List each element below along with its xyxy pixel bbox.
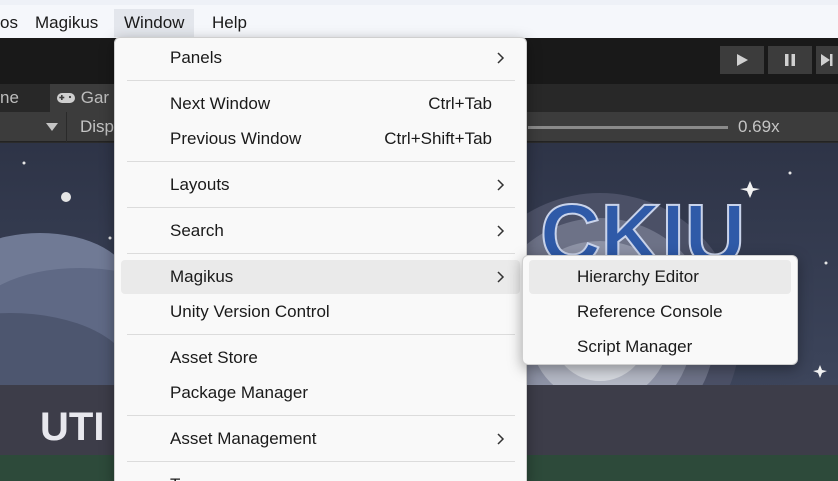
menu-item-asset-management[interactable]: Asset Management (121, 422, 520, 456)
game-subtitle-text: UTI (40, 405, 104, 449)
pause-button[interactable] (768, 46, 812, 74)
menu-item-label: Magikus (170, 267, 234, 286)
magikus-submenu: Hierarchy Editor Reference Console Scrip… (522, 255, 798, 365)
menu-item-label: Search (170, 221, 224, 240)
menu-item-label: Asset Store (170, 348, 258, 367)
pause-icon (785, 54, 795, 66)
menu-item-package-manager[interactable]: Package Manager (121, 376, 520, 410)
menu-separator (127, 80, 515, 81)
menu-item-tools[interactable]: Te (121, 468, 520, 481)
playmode-controls (716, 46, 838, 76)
menu-item-label: Previous Window (170, 129, 302, 148)
menu-item-label: Layouts (170, 175, 230, 194)
menu-bar: os Magikus Window Help (0, 0, 838, 38)
gamepad-icon (57, 93, 75, 103)
menu-separator (127, 334, 515, 335)
submenu-item-hierarchy-editor[interactable]: Hierarchy Editor (529, 260, 791, 294)
chevron-right-icon (494, 168, 508, 202)
submenu-item-script-manager[interactable]: Script Manager (529, 330, 791, 364)
menu-magikus[interactable]: Magikus (25, 9, 108, 37)
menu-item-asset-store[interactable]: Asset Store (121, 341, 520, 375)
shortcut-text: Ctrl+Tab (428, 94, 492, 113)
caret-down-icon[interactable] (46, 123, 58, 132)
menu-separator (127, 161, 515, 162)
scale-value: 0.69x (738, 117, 780, 136)
play-button[interactable] (720, 46, 764, 74)
menu-separator (127, 461, 515, 462)
scale-slider[interactable] (528, 126, 728, 129)
menu-item-magikus[interactable]: Magikus (121, 260, 520, 294)
menu-item-unity-version-control[interactable]: Unity Version Control (121, 295, 520, 329)
menu-separator (127, 415, 515, 416)
menu-item-layouts[interactable]: Layouts (121, 168, 520, 202)
menu-item-search[interactable]: Search (121, 214, 520, 248)
chevron-right-icon (494, 214, 508, 248)
menu-separator (127, 207, 515, 208)
tab-game[interactable]: Gar (50, 84, 120, 112)
menu-item-previous-window[interactable]: Previous Window Ctrl+Shift+Tab (121, 122, 520, 156)
display-dropdown[interactable]: Disp (80, 112, 114, 142)
menu-separator (127, 253, 515, 254)
step-button[interactable] (816, 46, 838, 74)
menu-item-label: Unity Version Control (170, 302, 330, 321)
step-icon (821, 54, 833, 66)
chevron-right-icon (494, 41, 508, 75)
menu-item-label: Te (170, 475, 188, 481)
menu-item-next-window[interactable]: Next Window Ctrl+Tab (121, 87, 520, 121)
menu-window[interactable]: Window (114, 9, 195, 37)
tab-game-label: Gar (80, 88, 110, 107)
submenu-item-reference-console[interactable]: Reference Console (529, 295, 791, 329)
menu-tools[interactable]: os (0, 9, 28, 37)
menu-item-label: Package Manager (170, 383, 308, 402)
chevron-right-icon (494, 422, 508, 456)
menu-item-label: Next Window (170, 94, 271, 113)
menu-item-label: Asset Management (170, 429, 317, 448)
menu-item-label: Panels (170, 48, 222, 67)
chevron-right-icon (494, 260, 508, 294)
tab-scene[interactable]: ne (0, 84, 19, 112)
menu-item-panels[interactable]: Panels (121, 41, 520, 75)
divider (66, 112, 67, 142)
window-menu: Panels Next Window Ctrl+Tab Previous Win… (114, 37, 527, 481)
play-icon (737, 54, 748, 66)
shortcut-text: Ctrl+Shift+Tab (384, 129, 492, 148)
menu-help[interactable]: Help (202, 9, 257, 37)
